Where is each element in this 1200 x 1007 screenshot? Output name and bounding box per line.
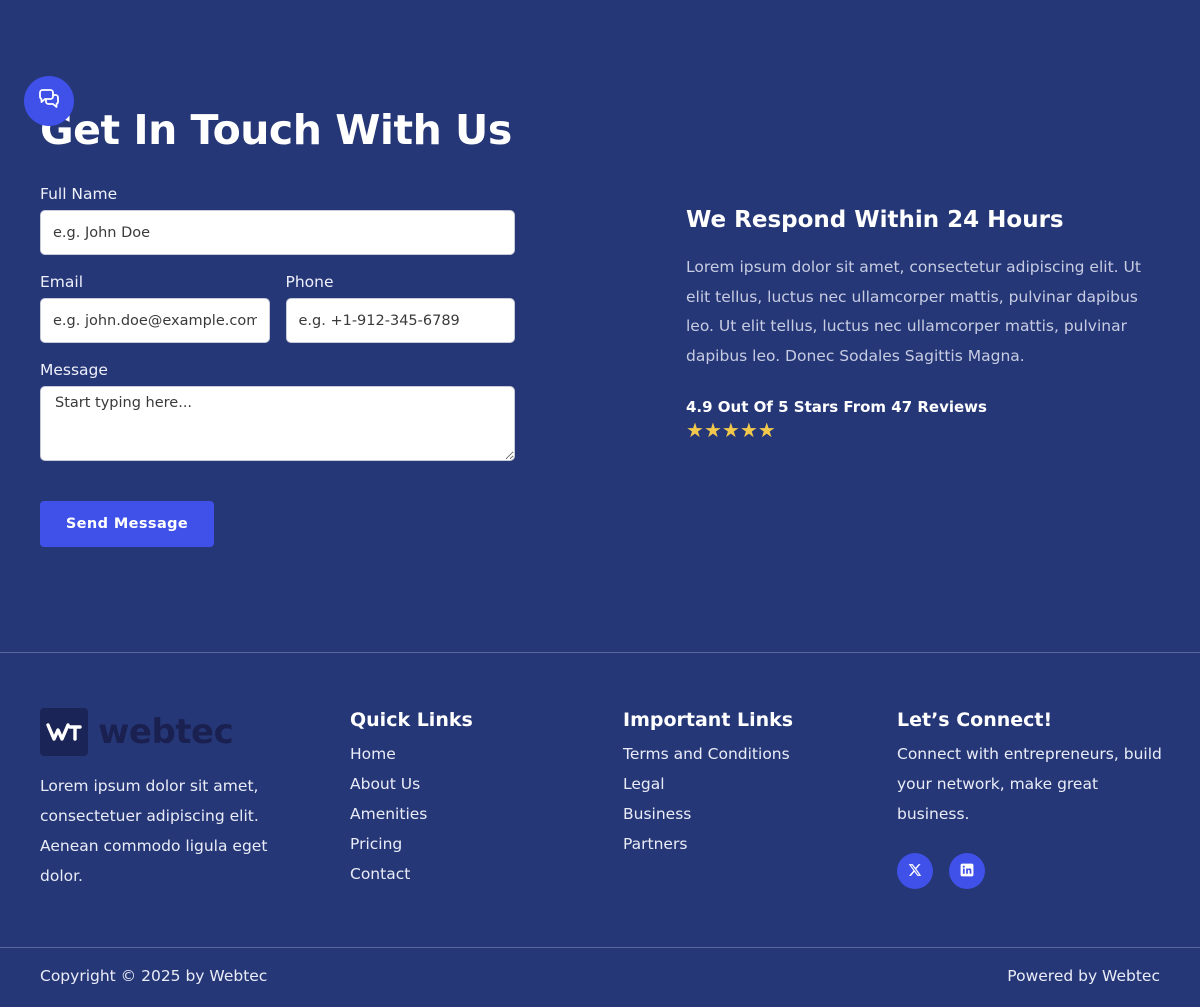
quick-links-list: Home About Us Amenities Pricing Contact: [350, 739, 473, 889]
page-title: Get In Touch With Us: [40, 106, 512, 154]
footer-bottom-divider: [0, 947, 1200, 948]
important-links: Important Links Terms and Conditions Leg…: [623, 706, 793, 859]
chat-bubbles-icon: [37, 87, 61, 115]
linkedin-link[interactable]: [949, 853, 985, 889]
star-icon: ★: [739, 418, 758, 443]
email-label: Email: [40, 273, 84, 291]
social-links: [897, 853, 1165, 889]
webtec-logo-icon: [40, 708, 88, 756]
star-icon: ★: [686, 418, 704, 443]
footer-about: Lorem ipsum dolor sit amet, consectetuer…: [40, 777, 268, 885]
star-icon: ★: [757, 418, 776, 443]
footer-link-contact[interactable]: Contact: [350, 859, 473, 889]
star-rating: ★ ★ ★ ★ ★: [686, 419, 1160, 441]
powered-by-text: Powered by Webtec: [1007, 967, 1160, 985]
response-info: We Respond Within 24 Hours Lorem ipsum d…: [686, 203, 1160, 441]
full-name-field-group: Full Name: [40, 183, 515, 255]
full-name-label: Full Name: [40, 185, 118, 203]
message-textarea[interactable]: [40, 386, 515, 461]
x-link[interactable]: [897, 853, 933, 889]
full-name-input[interactable]: [40, 210, 515, 255]
footer-link-business[interactable]: Business: [623, 799, 793, 829]
x-icon: [908, 862, 922, 881]
footer-link-amenities[interactable]: Amenities: [350, 799, 473, 829]
email-field-group: Email: [40, 271, 270, 343]
phone-input[interactable]: [285, 298, 515, 343]
footer-link-pricing[interactable]: Pricing: [350, 829, 473, 859]
response-title: We Respond Within 24 Hours: [686, 207, 1064, 233]
important-links-list: Terms and Conditions Legal Business Part…: [623, 739, 793, 859]
message-label: Message: [40, 361, 108, 379]
connect-title: Let’s Connect!: [897, 709, 1053, 731]
copyright-text: Copyright © 2025 by Webtec: [40, 967, 268, 985]
phone-field-group: Phone: [285, 271, 515, 343]
linkedin-icon: [960, 862, 974, 881]
message-field-group: Message: [40, 359, 515, 461]
connect-text: Connect with entrepreneurs, build your n…: [897, 745, 1162, 823]
footer-top-divider: [0, 652, 1200, 653]
footer-link-legal[interactable]: Legal: [623, 769, 793, 799]
email-phone-row: Email Phone: [40, 271, 515, 343]
important-links-title: Important Links: [623, 709, 794, 731]
footer-link-terms[interactable]: Terms and Conditions: [623, 739, 793, 769]
quick-links: Quick Links Home About Us Amenities Pric…: [350, 706, 473, 889]
phone-label: Phone: [285, 273, 334, 291]
contact-section: Get In Touch With Us Full Name Email Pho…: [0, 0, 1200, 652]
star-icon: ★: [703, 418, 722, 443]
send-message-button[interactable]: Send Message: [40, 501, 214, 547]
footer-logo[interactable]: webtec: [40, 708, 234, 756]
footer-link-partners[interactable]: Partners: [623, 829, 793, 859]
footer-link-home[interactable]: Home: [350, 739, 473, 769]
response-body: Lorem ipsum dolor sit amet, consectetur …: [686, 258, 1141, 365]
quick-links-title: Quick Links: [350, 709, 473, 731]
contact-form: Full Name Email Phone Message: [40, 183, 515, 477]
chat-button[interactable]: [24, 76, 74, 126]
email-input[interactable]: [40, 298, 270, 343]
rating-summary: 4.9 Out Of 5 Stars From 47 Reviews: [686, 398, 987, 417]
footer-link-about-us[interactable]: About Us: [350, 769, 473, 799]
brand-name: webtec: [98, 712, 234, 752]
star-icon: ★: [721, 418, 740, 443]
connect-block: Let’s Connect! Connect with entrepreneur…: [897, 706, 1165, 889]
